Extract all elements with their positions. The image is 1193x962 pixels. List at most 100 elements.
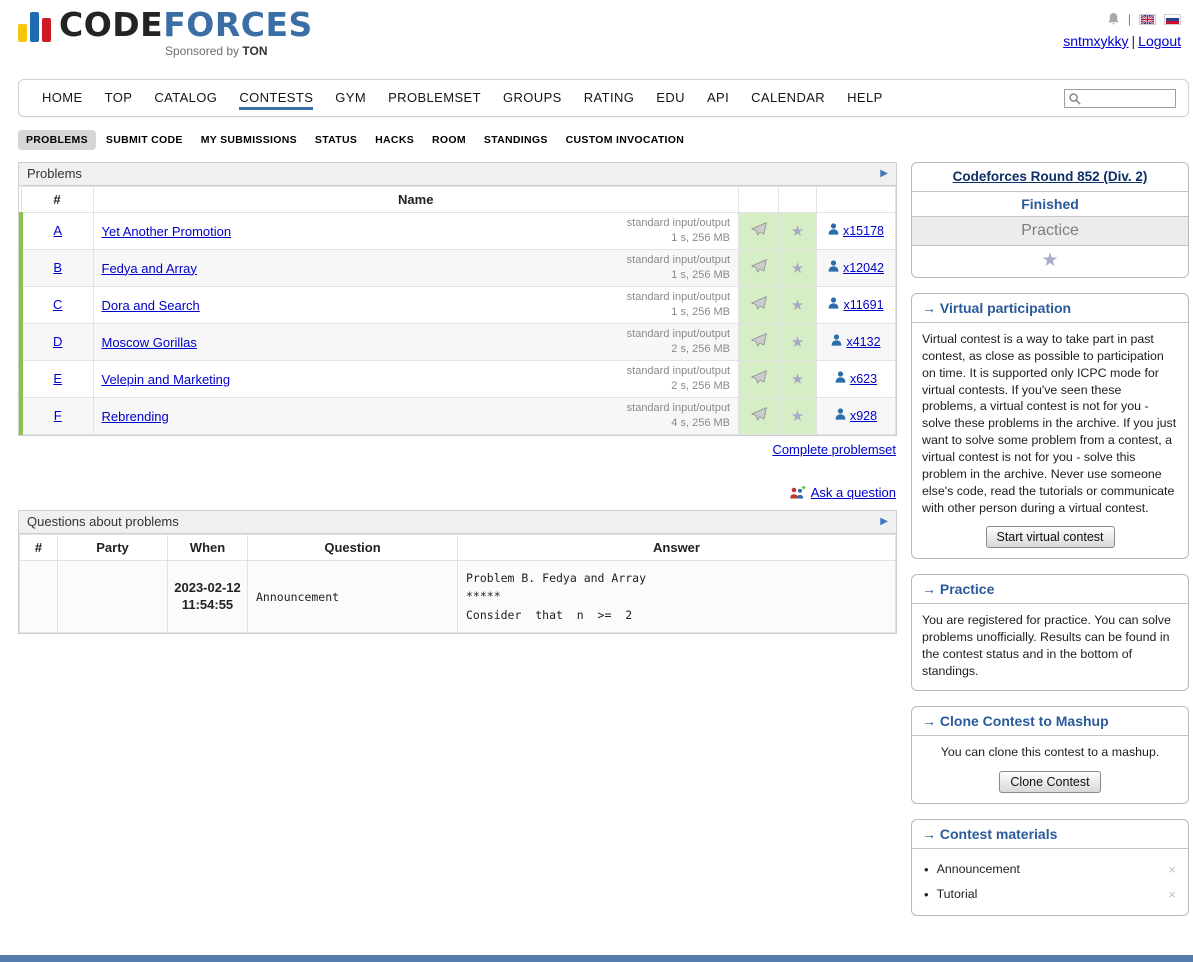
contest-materials-box: → Contest materials • Announcement × • T…: [911, 819, 1189, 916]
col-header-question: Question: [248, 535, 458, 561]
material-item[interactable]: • Tutorial ×: [922, 882, 1178, 907]
contest-tab[interactable]: MY SUBMISSIONS: [193, 130, 305, 150]
paper-plane-icon[interactable]: [751, 296, 767, 310]
practice-box: → Practice You are registered for practi…: [911, 574, 1189, 690]
solved-count-link[interactable]: x15178: [843, 224, 884, 238]
bullet-icon: •: [924, 887, 929, 902]
solved-count-link[interactable]: x623: [850, 372, 877, 386]
problems-caption: Problems: [27, 166, 82, 181]
contest-tab[interactable]: SUBMIT CODE: [98, 130, 191, 150]
favorite-star-icon[interactable]: ★: [791, 371, 804, 388]
solved-count-link[interactable]: x12042: [843, 261, 884, 275]
search-input[interactable]: [1065, 90, 1175, 107]
favorite-star-icon[interactable]: ★: [791, 260, 804, 277]
problem-index-link[interactable]: C: [53, 297, 62, 312]
paper-plane-icon[interactable]: [751, 222, 767, 236]
paper-plane-icon[interactable]: [751, 259, 767, 273]
contest-tab[interactable]: PROBLEMS: [18, 130, 96, 150]
nav-item[interactable]: HELP: [836, 80, 894, 116]
problem-index-link[interactable]: F: [54, 408, 62, 423]
problem-index-link[interactable]: A: [53, 223, 62, 238]
problem-index-link[interactable]: D: [53, 334, 62, 349]
left-column: Problems ▶ # Name: [18, 162, 897, 634]
problem-row: B Fedya and Array standard input/output …: [21, 250, 896, 287]
ask-question-link[interactable]: Ask a question: [811, 485, 896, 500]
nav-item[interactable]: CALENDAR: [740, 80, 836, 116]
favorite-contest-star-icon[interactable]: ★: [1041, 250, 1058, 271]
problem-solved-cell: x928: [817, 398, 896, 435]
nav-item[interactable]: GROUPS: [492, 80, 573, 116]
favorite-star-icon[interactable]: ★: [791, 223, 804, 240]
contest-tab[interactable]: ROOM: [424, 130, 474, 150]
search-box: [1064, 89, 1176, 108]
logout-link[interactable]: Logout: [1138, 33, 1181, 49]
problem-name-link[interactable]: Fedya and Array: [102, 261, 197, 276]
paper-plane-icon[interactable]: [751, 407, 767, 421]
separator: |: [1132, 33, 1136, 49]
complete-problemset-link[interactable]: Complete problemset: [772, 442, 896, 457]
footer-bar: [0, 955, 1193, 962]
username-link[interactable]: sntmxykky: [1063, 33, 1128, 49]
flag-ru-icon[interactable]: [1164, 14, 1181, 25]
material-item[interactable]: • Announcement ×: [922, 857, 1178, 882]
ask-question-row: Ask a question: [19, 485, 896, 500]
col-header-empty: [817, 187, 896, 213]
paper-plane-icon[interactable]: [751, 370, 767, 384]
solved-count-link[interactable]: x928: [850, 409, 877, 423]
col-header-when: When: [168, 535, 248, 561]
problem-io: standard input/output: [627, 364, 730, 379]
collapse-arrow-icon[interactable]: ▶: [880, 168, 888, 179]
codeforces-logo[interactable]: CODEFORCES Sponsored by TON: [18, 8, 313, 74]
problem-name-link[interactable]: Rebrending: [102, 409, 169, 424]
contest-tab[interactable]: STANDINGS: [476, 130, 556, 150]
problem-favorite-cell: ★: [779, 398, 817, 435]
nav-item[interactable]: TOP: [94, 80, 144, 116]
problem-name-link[interactable]: Moscow Gorillas: [102, 335, 197, 350]
notifications-bell-icon[interactable]: [1107, 12, 1120, 26]
contest-tab[interactable]: HACKS: [367, 130, 422, 150]
nav-item[interactable]: GYM: [324, 80, 377, 116]
nav-item[interactable]: API: [696, 80, 740, 116]
nav-item[interactable]: PROBLEMSET: [377, 80, 492, 116]
col-header-answer: Answer: [458, 535, 896, 561]
problem-name-link[interactable]: Dora and Search: [102, 298, 200, 313]
close-icon[interactable]: ×: [1168, 862, 1176, 877]
nav-item[interactable]: CONTESTS: [228, 80, 324, 116]
problems-caption-bar: Problems ▶: [19, 163, 896, 186]
contest-title-link[interactable]: Codeforces Round 852 (Div. 2): [953, 169, 1148, 184]
nav-item[interactable]: RATING: [573, 80, 646, 116]
problem-solved-cell: x11691: [817, 287, 896, 324]
collapse-arrow-icon[interactable]: ▶: [880, 516, 888, 527]
favorite-star-icon[interactable]: ★: [791, 408, 804, 425]
favorite-star-icon[interactable]: ★: [791, 297, 804, 314]
clone-contest-button[interactable]: Clone Contest: [999, 771, 1100, 793]
paper-plane-icon[interactable]: [751, 333, 767, 347]
nav-item[interactable]: HOME: [31, 80, 94, 116]
nav-item[interactable]: CATALOG: [143, 80, 228, 116]
problem-name-cell: Moscow Gorillas standard input/output 2 …: [93, 324, 739, 361]
problem-submit-cell: [739, 361, 779, 398]
solved-count-link[interactable]: x4132: [846, 335, 880, 349]
favorite-star-icon[interactable]: ★: [791, 334, 804, 351]
problem-index-link[interactable]: B: [53, 260, 62, 275]
contest-phase-label: Finished: [912, 192, 1188, 217]
question-party-cell: [58, 561, 168, 633]
clone-mashup-box: → Clone Contest to Mashup You can clone …: [911, 706, 1189, 804]
problem-row: C Dora and Search standard input/output …: [21, 287, 896, 324]
problems-table-body: A Yet Another Promotion standard input/o…: [21, 213, 896, 435]
start-virtual-contest-button[interactable]: Start virtual contest: [986, 526, 1115, 548]
contest-tab[interactable]: STATUS: [307, 130, 365, 150]
problem-name-link[interactable]: Velepin and Marketing: [102, 372, 231, 387]
problem-index-link[interactable]: E: [53, 371, 62, 386]
problem-name-cell: Yet Another Promotion standard input/out…: [93, 213, 739, 250]
solved-count-link[interactable]: x11691: [843, 298, 883, 312]
problem-limits: 1 s, 256 MB: [627, 231, 730, 246]
answer-text-cell: Problem B. Fedya and Array ***** Conside…: [458, 561, 896, 633]
nav-item[interactable]: EDU: [645, 80, 696, 116]
flag-en-icon[interactable]: [1139, 14, 1156, 25]
contest-tab[interactable]: CUSTOM INVOCATION: [558, 130, 692, 150]
problem-name-link[interactable]: Yet Another Promotion: [102, 224, 232, 239]
codeforces-page: CODEFORCES Sponsored by TON | sntmxykky|…: [0, 0, 1193, 931]
problem-submit-cell: [739, 398, 779, 435]
close-icon[interactable]: ×: [1168, 887, 1176, 902]
